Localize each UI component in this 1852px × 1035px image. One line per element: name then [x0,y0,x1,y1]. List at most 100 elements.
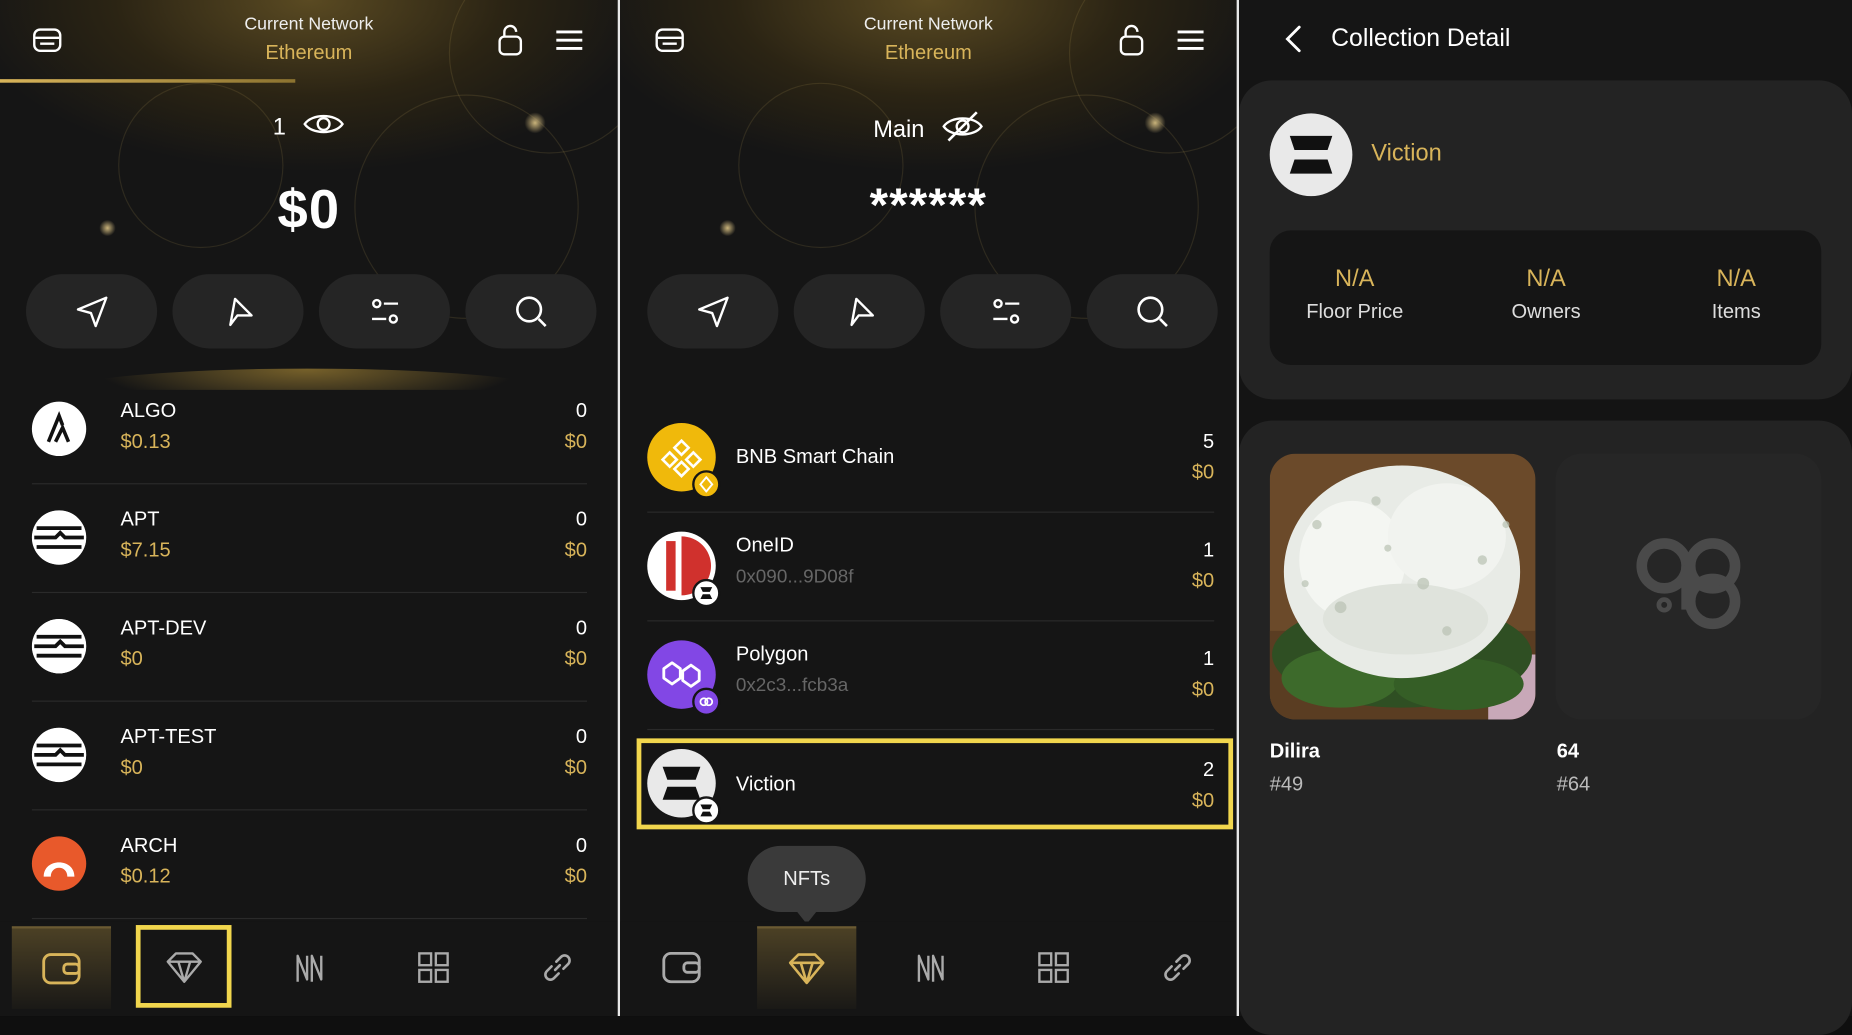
viction-logo-icon [1269,113,1353,197]
eye-icon[interactable] [302,110,345,145]
link-icon [544,954,571,981]
collection-name: BNB Smart Chain [735,445,895,468]
top-bar: Current Network Ethereum [620,0,1237,83]
nav-wallet[interactable] [11,926,112,1009]
total-balance: $0 [277,178,341,240]
nav-nfts[interactable] [757,926,857,1009]
token-row[interactable]: APT-TEST $0 0 $0 [31,702,588,811]
token-name: APT-DEV [120,616,207,640]
collection-row[interactable]: Polygon 0x2c3...fcb3a 1 $0 [647,621,1215,731]
send-icon [76,295,107,327]
nav-connect[interactable] [508,926,607,1009]
polygon-badge-icon [692,687,721,716]
collection-name: OneID [735,533,794,557]
eye-off-icon[interactable] [941,110,984,150]
grid-icon [418,952,449,983]
stat-label: Owners [1511,300,1581,323]
detail-header: Collection Detail [1238,0,1852,81]
action-buttons [25,274,597,349]
token-amount: 0 [575,399,588,422]
token-value: $0 [564,538,588,562]
nft-id: #64 [1556,772,1591,796]
sync-progress-bar [0,79,296,83]
lock-icon[interactable] [491,21,529,59]
receive-icon [849,297,874,326]
manage-button[interactable] [318,274,451,349]
bottom-nav [620,921,1237,1017]
collection-count: 5 [1203,430,1215,453]
collection-value: $0 [1191,569,1215,592]
token-row[interactable]: ARCH $0.12 0 $0 [31,810,588,920]
action-buttons [647,274,1218,349]
lock-icon[interactable] [1113,21,1151,59]
collection-count: 1 [1203,647,1215,670]
bottom-nav [0,921,618,1017]
placeholder-logo-icon [1636,538,1741,630]
collection-value: $0 [1191,460,1215,484]
nft-card-64[interactable] [1555,453,1822,720]
link-icon [1164,954,1191,981]
nft-name: 64 [1556,739,1580,763]
menu-icon[interactable] [550,21,588,59]
nav-connect[interactable] [1128,926,1227,1009]
receive-button[interactable] [793,274,925,349]
arch-logo-icon [31,836,87,891]
nft-name: Dilira [1269,739,1320,763]
nav-swap[interactable] [260,926,359,1009]
back-button[interactable] [1277,21,1310,56]
nav-swap[interactable] [881,926,980,1009]
stat-value: N/A [1526,265,1566,292]
collection-count: 1 [1203,538,1215,562]
send-button[interactable] [647,274,779,349]
send-button[interactable] [25,274,158,349]
search-button[interactable] [1086,274,1218,349]
stat-value: N/A [1335,265,1375,292]
nav-apps[interactable] [384,926,483,1009]
account-name: Main [873,116,925,143]
nfts-tab-highlight [135,925,232,1008]
collection-row[interactable]: BNB Smart Chain 5 $0 [647,404,1215,513]
nav-wallet[interactable] [632,926,731,1009]
token-value: $0 [564,647,588,670]
token-row[interactable]: APT $7.15 0 $0 [31,484,588,594]
token-name: ALGO [120,399,177,422]
stat-label: Floor Price [1306,300,1404,323]
receive-icon [228,297,253,326]
grid-icon [1038,952,1069,983]
nft-card-dilira[interactable] [1269,453,1536,720]
wallet-panel-tokens: Current Network Ethereum 1 $0 ALGO $0.13… [0,0,618,1017]
viction-badge-icon [692,578,721,608]
token-row[interactable]: APT-DEV $0 0 $0 [31,593,588,702]
token-value: $0 [564,864,588,888]
bnb-badge-icon [692,470,721,499]
token-price: $0.12 [120,864,171,888]
viction-row-highlight [636,738,1234,830]
stat-owners: N/A Owners [1463,266,1628,324]
diamond-icon [788,953,825,985]
search-button[interactable] [465,274,597,349]
aptos-logo-icon [31,510,87,565]
menu-icon[interactable] [1172,21,1210,59]
token-row[interactable]: ALGO $0.13 0 $0 [31,376,588,485]
collection-value: $0 [1191,678,1215,701]
wallet-icon [662,951,701,984]
token-amount: 0 [575,725,588,748]
collection-row[interactable]: OneID 0x090...9D08f 1 $0 [647,513,1215,622]
token-price: $7.15 [120,538,171,562]
collection-stats: N/A Floor Price N/A Owners N/A Items [1269,230,1822,366]
manage-button[interactable] [940,274,1072,349]
swap-icon [296,954,323,982]
aptos-logo-icon [31,727,87,783]
stat-label: Items [1711,300,1761,323]
aptos-logo-icon [31,619,87,674]
receive-button[interactable] [172,274,304,349]
token-price: $0 [120,647,143,670]
account-row: 1 [0,110,618,145]
nfts-tooltip: NFTs [747,845,866,924]
token-price: $0.13 [120,430,171,453]
collection-name: Viction [1371,140,1442,167]
total-balance-hidden: ****** [869,179,988,232]
nav-apps[interactable] [1004,926,1103,1009]
token-amount: 0 [575,508,588,531]
algorand-logo-icon [31,401,87,457]
